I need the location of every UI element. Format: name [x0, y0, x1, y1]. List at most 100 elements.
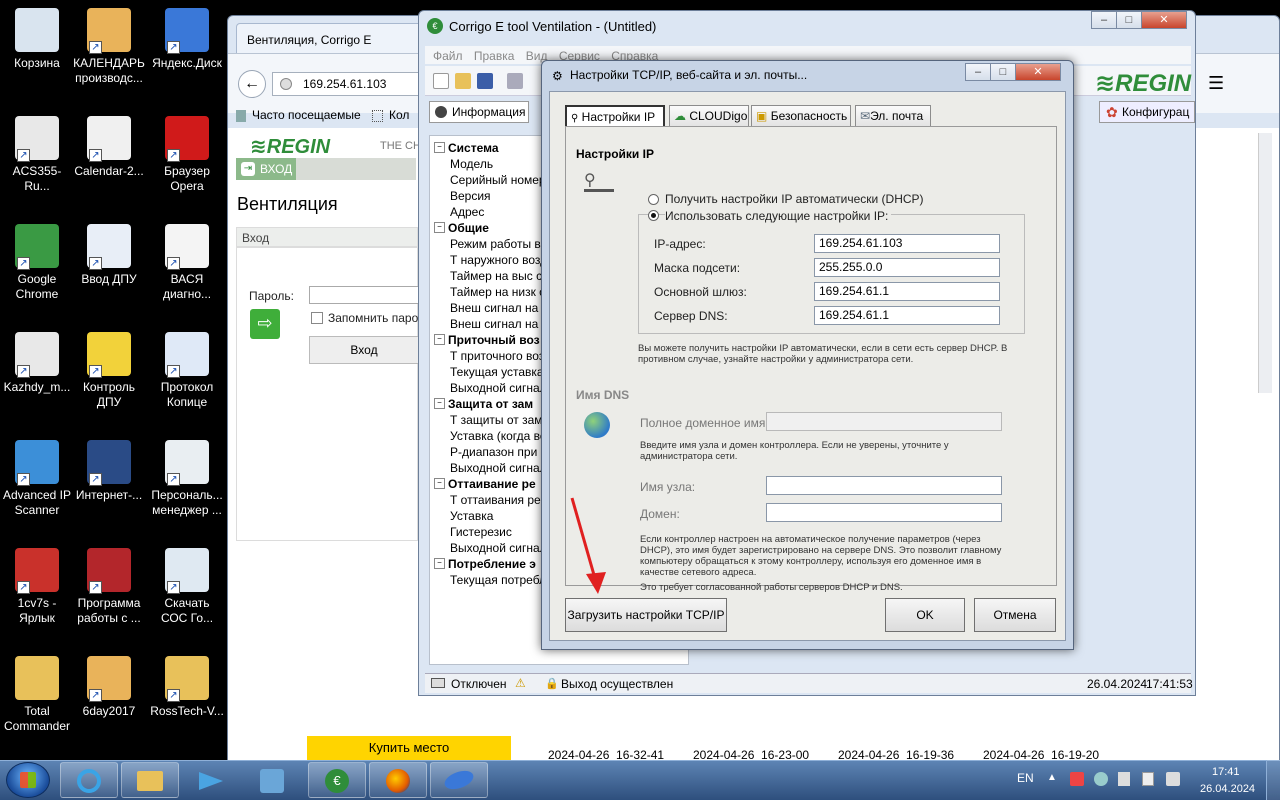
- tab-information[interactable]: Информация: [429, 101, 529, 123]
- hostname-field[interactable]: [766, 476, 1002, 495]
- dialog-close-button[interactable]: ✕: [1015, 63, 1061, 81]
- ok-button[interactable]: OK: [885, 598, 965, 632]
- gear-icon: ✿: [1106, 104, 1118, 120]
- desktop-icon[interactable]: Total Commander: [0, 656, 74, 734]
- desktop-icon[interactable]: ↗ ВАСЯ диагно...: [150, 224, 224, 302]
- password-input[interactable]: [309, 286, 419, 304]
- taskbar-yandex-disk[interactable]: [430, 762, 488, 798]
- login-go-icon[interactable]: ⇨: [250, 309, 280, 339]
- subnet-mask-field[interactable]: 255.255.0.0: [814, 258, 1000, 277]
- desktop-icon-label: Контроль ДПУ: [82, 380, 136, 409]
- tab-security[interactable]: ▣ Безопасность: [751, 105, 851, 126]
- desktop-icon[interactable]: ↗ Google Chrome: [0, 224, 74, 302]
- desktop-icon[interactable]: ↗ Calendar-2...: [72, 116, 146, 179]
- back-button[interactable]: ←: [238, 70, 266, 98]
- desktop-icon[interactable]: ↗ Kazhdy_m...: [0, 332, 74, 395]
- desktop-icon[interactable]: ↗ Яндекс.Диск: [150, 8, 224, 71]
- shortcut-arrow-icon: ↗: [167, 689, 180, 702]
- taskbar-firefox[interactable]: [369, 762, 427, 798]
- show-desktop-button[interactable]: [1266, 760, 1280, 800]
- print-icon[interactable]: [507, 73, 523, 89]
- bookmark-kol[interactable]: Кол: [389, 108, 409, 122]
- show-hidden-icons[interactable]: ▲: [1047, 772, 1057, 783]
- tab-cloudigo[interactable]: ☁ CLOUDigo: [669, 105, 749, 126]
- login-button-small[interactable]: ⇥ ВХОД: [236, 158, 296, 180]
- tray-usb-icon[interactable]: [1118, 772, 1130, 786]
- tab-configuration[interactable]: ✿ Конфигурац: [1099, 101, 1195, 123]
- taskbar-network[interactable]: [243, 762, 301, 798]
- folder-icon: [15, 656, 59, 700]
- close-button[interactable]: ✕: [1141, 11, 1187, 29]
- desktop-icon[interactable]: ↗ Контроль ДПУ: [72, 332, 146, 410]
- desktop-icon[interactable]: ↗ RossTech-V...: [150, 656, 224, 719]
- download-icon: ↗: [165, 548, 209, 594]
- tray-yandex-icon[interactable]: [1094, 772, 1108, 786]
- login-button[interactable]: Вход: [309, 336, 419, 364]
- desktop-icon-label: 1cv7s - Ярлык: [17, 596, 57, 625]
- desktop-icon[interactable]: ↗ 1cv7s - Ярлык: [0, 548, 74, 626]
- radio-manual[interactable]: [648, 210, 659, 221]
- gateway-field[interactable]: 169.254.61.1: [814, 282, 1000, 301]
- connection-icon: [431, 678, 445, 688]
- address-bar[interactable]: 169.254.61.103: [272, 72, 422, 96]
- desktop-icon[interactable]: ↗ Браузер Opera: [150, 116, 224, 194]
- cancel-button[interactable]: Отмена: [974, 598, 1056, 632]
- maximize-button[interactable]: □: [1116, 11, 1142, 29]
- fqdn-field[interactable]: [766, 412, 1002, 431]
- folder-taskbar-icon: [137, 771, 163, 791]
- taskbar-ie[interactable]: [60, 762, 118, 798]
- clock-time[interactable]: 17:41: [1212, 766, 1240, 778]
- tray-volume-icon[interactable]: [1166, 772, 1180, 786]
- taskbar-telegram[interactable]: [182, 762, 240, 798]
- connection-status: Отключен: [451, 677, 507, 691]
- tab-ip-settings[interactable]: ⚲ Настройки IP: [565, 105, 665, 127]
- taskbar-corrigo[interactable]: €: [308, 762, 366, 798]
- load-tcpip-button[interactable]: Загрузить настройки TCP/IP: [565, 598, 727, 632]
- bookmark-frequent[interactable]: Часто посещаемые: [252, 108, 361, 122]
- desktop-icon[interactable]: ↗ Advanced IP Scanner: [0, 440, 74, 518]
- language-indicator[interactable]: EN: [1017, 771, 1034, 785]
- desktop-icon[interactable]: ↗ Интернет-...: [72, 440, 146, 503]
- tray-flag-icon[interactable]: [1070, 772, 1084, 786]
- desktop-icon[interactable]: ↗ ACS355-Ru...: [0, 116, 74, 194]
- minimize-button[interactable]: –: [1091, 11, 1117, 29]
- domain-field[interactable]: [766, 503, 1002, 522]
- login-small-icon: ⇥: [241, 162, 255, 176]
- dns-server-field[interactable]: 169.254.61.1: [814, 306, 1000, 325]
- menu-file[interactable]: Файл: [433, 49, 463, 63]
- buy-button[interactable]: Купить место: [307, 736, 511, 762]
- internet-icon: ↗: [87, 440, 131, 486]
- desktop-icon-label: КАЛЕНДАРЬ производс...: [73, 56, 145, 85]
- dialog-minimize-button[interactable]: –: [965, 63, 991, 81]
- desktop-icon[interactable]: ↗ 6day2017: [72, 656, 146, 719]
- desktop-icon[interactable]: ↗ Персональ... менеджер ...: [150, 440, 224, 518]
- calendar-icon: ↗: [87, 116, 131, 162]
- desktop-icon[interactable]: ↗ Протокол Копице: [150, 332, 224, 410]
- dialog-maximize-button[interactable]: □: [990, 63, 1016, 81]
- tray-clipboard-icon[interactable]: [1142, 772, 1154, 786]
- taskbar-explorer[interactable]: [121, 762, 179, 798]
- desktop-icon[interactable]: ↗ Скачать СОС Го...: [150, 548, 224, 626]
- desktop-icon[interactable]: ↗ КАЛЕНДАРЬ производс...: [72, 8, 146, 86]
- desktop-icon[interactable]: ↗ Программа работы с ...: [72, 548, 146, 626]
- start-button[interactable]: [6, 762, 50, 798]
- photo-scrollbar[interactable]: [1258, 133, 1272, 393]
- radio-dhcp[interactable]: [648, 194, 659, 205]
- tab-email[interactable]: ✉Эл. почта: [855, 105, 931, 126]
- domain-label: Домен:: [640, 507, 680, 521]
- save-icon[interactable]: [477, 73, 493, 89]
- clock-date[interactable]: 26.04.2024: [1200, 783, 1255, 795]
- browser-tab[interactable]: Вентиляция, Corrigo E: [236, 23, 436, 53]
- desktop-icon[interactable]: Корзина: [0, 8, 74, 71]
- desktop-icon[interactable]: ↗ Ввод ДПУ: [72, 224, 146, 287]
- browser-menu-icon[interactable]: ☰: [1208, 74, 1226, 92]
- new-icon[interactable]: [433, 73, 449, 89]
- regin-logo: ≋REGIN: [250, 136, 331, 158]
- remember-checkbox[interactable]: [311, 312, 323, 324]
- 1c-icon: ↗: [15, 548, 59, 594]
- menu-edit[interactable]: Правка: [474, 49, 515, 63]
- shortcut-arrow-icon: ↗: [167, 257, 180, 270]
- page-title: Вентиляция: [237, 194, 338, 214]
- open-icon[interactable]: [455, 73, 471, 89]
- ip-address-field[interactable]: 169.254.61.103: [814, 234, 1000, 253]
